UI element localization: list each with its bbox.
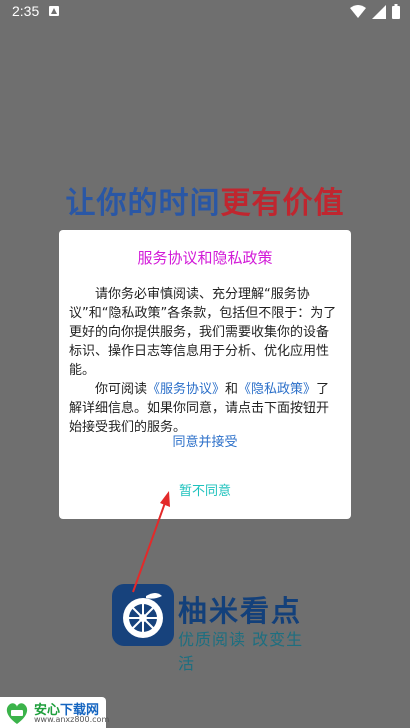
para2-prefix: 你可阅读: [95, 382, 148, 397]
status-time: 2:35: [12, 3, 40, 19]
dialog-paragraph-2: 你可阅读《服务协议》和《隐私政策》了解详细信息。如果你同意，请点击下面按钮开始接…: [69, 380, 337, 437]
dialog-title: 服务协议和隐私政策: [137, 249, 273, 267]
brand-name: 柚米看点: [178, 594, 303, 628]
watermark-logo-icon: [6, 703, 28, 724]
app-logo-icon: [112, 584, 174, 646]
privacy-policy-link[interactable]: 《隐私政策》: [238, 382, 316, 397]
signal-icon: [372, 4, 386, 19]
watermark-url: www.anxz800.com: [34, 715, 110, 724]
dialog-body: 请你务必审慎阅读、充分理解“服务协议”和“隐私政策”各条款，包括但不限于：为了更…: [69, 285, 337, 437]
privacy-dialog: 服务协议和隐私政策 请你务必审慎阅读、充分理解“服务协议”和“隐私政策”各条款，…: [59, 230, 351, 519]
brand-tagline: 优质阅读 改变生活: [178, 630, 304, 673]
dialog-paragraph-1: 请你务必审慎阅读、充分理解“服务协议”和“隐私政策”各条款，包括但不限于：为了更…: [69, 287, 337, 378]
battery-icon: [392, 4, 400, 19]
wifi-icon: [350, 4, 366, 18]
slogan-part-blue: 让你的时间: [65, 186, 221, 221]
site-watermark: 安心下载网 www.anxz800.com: [0, 697, 110, 728]
notification-icon: [49, 6, 59, 16]
para2-and: 和: [225, 382, 239, 397]
disagree-button[interactable]: 暂不同意: [59, 480, 351, 499]
app-brand: 柚米看点 优质阅读 改变生活: [112, 584, 312, 673]
slogan-part-red: 更有价值: [220, 186, 345, 221]
status-bar: 2:35: [0, 0, 410, 24]
splash-slogan: 让你的时间更有价值: [0, 178, 410, 222]
agree-button[interactable]: 同意并接受: [59, 431, 351, 450]
service-agreement-link[interactable]: 《服务协议》: [147, 382, 225, 397]
